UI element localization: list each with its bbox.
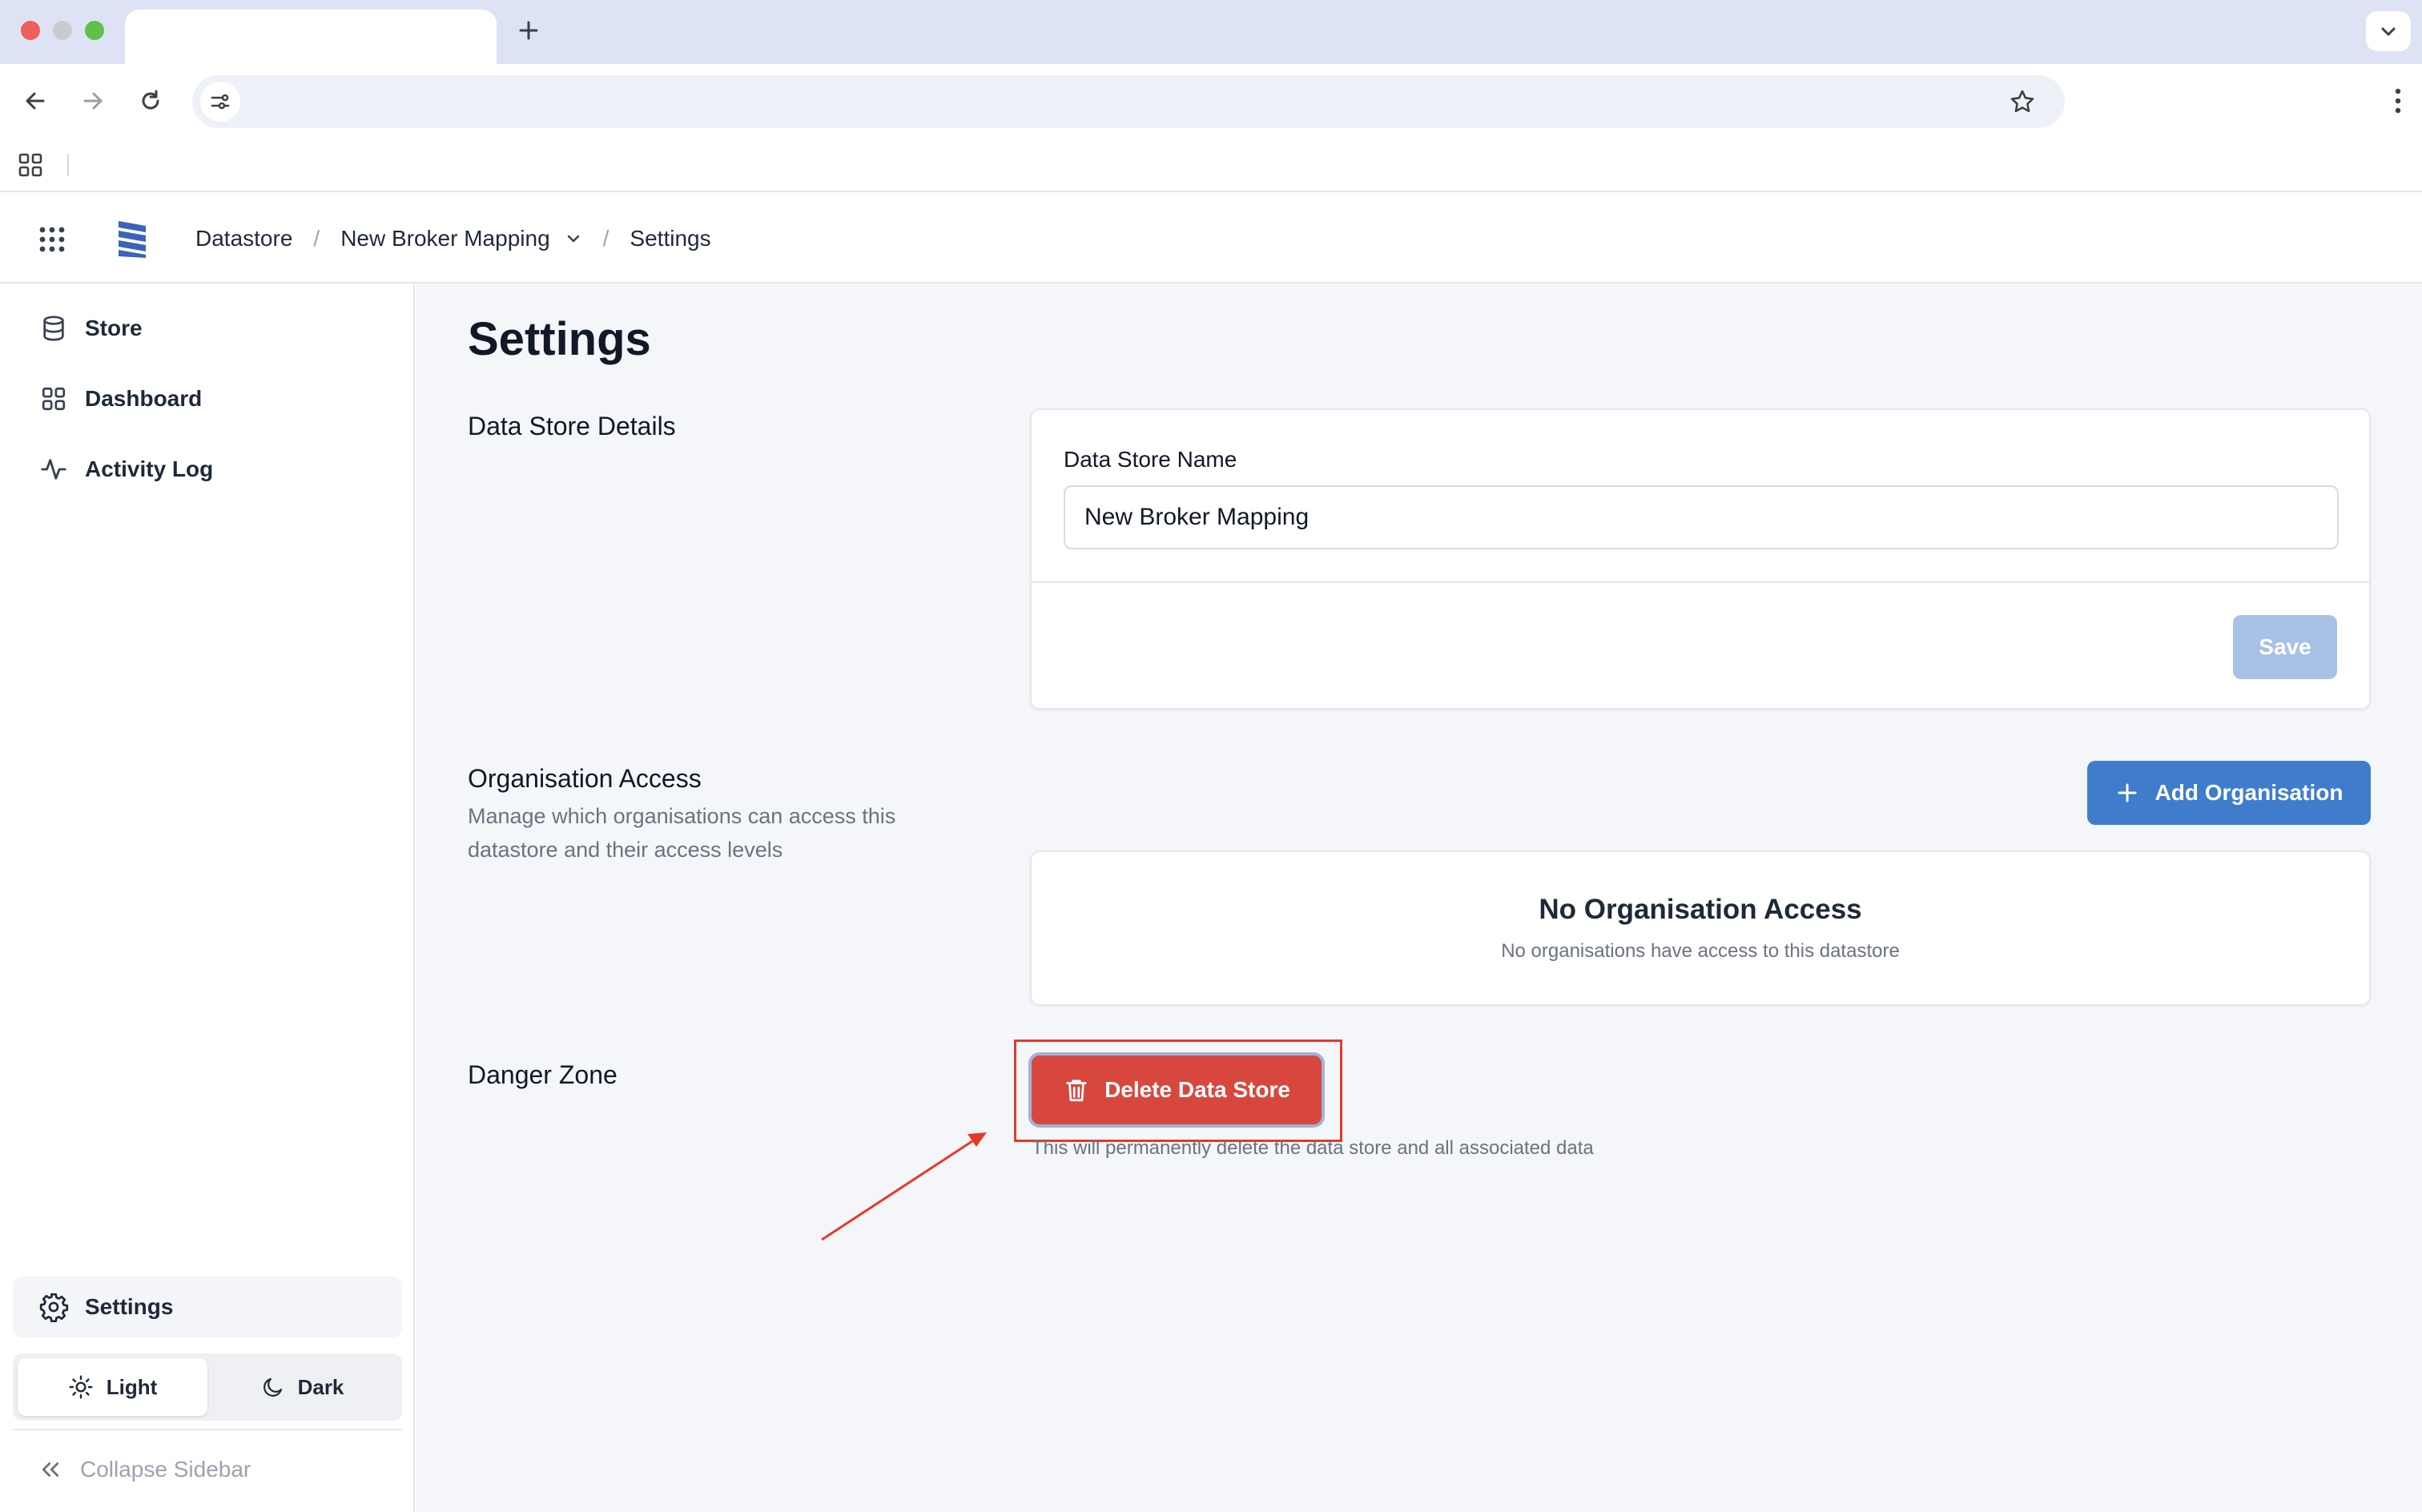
- app-header: Datastore / New Broker Mapping / Setting…: [0, 194, 2422, 284]
- chevron-down-icon[interactable]: [565, 230, 582, 247]
- theme-light-label: Light: [106, 1374, 158, 1399]
- site-info-icon[interactable]: [200, 82, 240, 122]
- breadcrumb-separator: /: [602, 226, 610, 251]
- moon-icon: [263, 1377, 282, 1397]
- breadcrumb-datastore[interactable]: Datastore: [195, 226, 292, 251]
- address-bar[interactable]: [192, 75, 2065, 128]
- breadcrumb-datastore-name[interactable]: New Broker Mapping: [340, 226, 549, 251]
- browser-tab-strip: [0, 0, 2422, 64]
- maximize-window-button[interactable]: [85, 21, 104, 40]
- apps-grid-icon[interactable]: [18, 152, 43, 178]
- close-window-button[interactable]: [21, 21, 40, 40]
- collapse-sidebar-button[interactable]: Collapse Sidebar: [13, 1442, 402, 1498]
- sidebar-divider: [13, 1429, 402, 1430]
- sidebar: Store Dashboard Activity Log Settings Li…: [0, 284, 415, 1512]
- app-logo-icon[interactable]: [117, 218, 149, 259]
- main-content: Settings Data Store Details Data Store N…: [416, 284, 2422, 1512]
- app-launcher-icon[interactable]: [38, 226, 66, 253]
- back-arrow-icon[interactable]: [19, 85, 51, 117]
- dashboard-icon: [38, 384, 69, 414]
- sidebar-item-label: Store: [85, 316, 143, 340]
- bookmark-star-icon[interactable]: [2007, 86, 2038, 117]
- forward-arrow-icon[interactable]: [77, 85, 109, 117]
- reload-icon[interactable]: [135, 85, 167, 117]
- browser-toolbar: [0, 64, 2422, 138]
- theme-dark-label: Dark: [297, 1374, 344, 1399]
- breadcrumb-separator: /: [313, 226, 320, 251]
- theme-light-option[interactable]: Light: [18, 1358, 207, 1416]
- browser-tab[interactable]: [125, 10, 497, 64]
- bookmarks-bar: [0, 138, 2422, 192]
- theme-toggle: Light Dark: [13, 1353, 402, 1421]
- sidebar-item-label: Activity Log: [85, 456, 214, 481]
- sidebar-item-dashboard[interactable]: Dashboard: [13, 368, 402, 429]
- browser-menu-icon[interactable]: [2393, 85, 2403, 117]
- collapse-sidebar-label: Collapse Sidebar: [80, 1457, 251, 1482]
- bookmarks-divider: [67, 154, 69, 176]
- new-tab-icon[interactable]: [516, 16, 541, 45]
- theme-dark-option[interactable]: Dark: [207, 1358, 397, 1416]
- breadcrumb-settings[interactable]: Settings: [630, 226, 710, 251]
- sidebar-item-label: Dashboard: [85, 386, 203, 411]
- sun-icon: [69, 1375, 93, 1399]
- activity-icon: [38, 454, 69, 485]
- sidebar-item-activity-log[interactable]: Activity Log: [13, 439, 402, 500]
- annotation-arrow: [821, 1132, 987, 1241]
- tab-search-button[interactable]: [2366, 11, 2411, 51]
- sidebar-item-store[interactable]: Store: [13, 298, 402, 359]
- chevrons-left-icon: [42, 1462, 59, 1477]
- breadcrumb: Datastore / New Broker Mapping / Setting…: [195, 194, 711, 284]
- minimize-window-button[interactable]: [53, 21, 72, 40]
- database-icon: [38, 313, 69, 344]
- chevron-down-icon: [2381, 27, 2396, 36]
- gear-icon: [38, 1292, 69, 1322]
- sidebar-item-settings[interactable]: Settings: [13, 1277, 402, 1337]
- sidebar-item-label: Settings: [85, 1294, 174, 1319]
